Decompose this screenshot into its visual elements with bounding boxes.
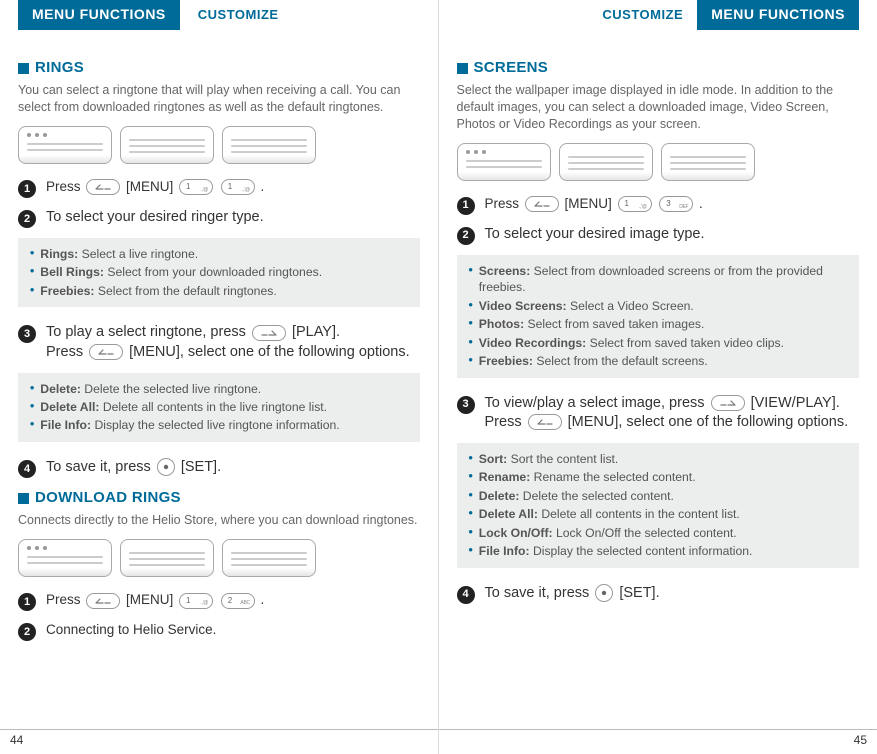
key-1-icon: 1.,'@ bbox=[179, 179, 213, 195]
menu-functions-tab: MENU FUNCTIONS bbox=[697, 0, 859, 30]
key-2-icon: 2ABC bbox=[221, 593, 255, 609]
softkey-right-icon bbox=[711, 395, 745, 411]
header-right: CUSTOMIZE MENU FUNCTIONS bbox=[457, 0, 860, 30]
header-left: MENU FUNCTIONS CUSTOMIZE bbox=[18, 0, 420, 30]
step-1: 1 Press [MENU] 1.,'@ 2ABC . bbox=[18, 591, 420, 611]
step-text: Connecting to Helio Service. bbox=[46, 621, 216, 639]
step-text: To view/play a select image, press [VIEW… bbox=[485, 394, 849, 433]
softkey-left-icon bbox=[528, 414, 562, 430]
step-badge: 2 bbox=[18, 210, 36, 228]
step-badge: 4 bbox=[18, 460, 36, 478]
page-number: 44 bbox=[10, 732, 23, 748]
step-badge: 2 bbox=[457, 227, 475, 245]
download-intro: Connects directly to the Helio Store, wh… bbox=[18, 512, 420, 529]
step-3: 3 To view/play a select image, press [VI… bbox=[457, 394, 860, 433]
key-1-icon: 1.,'@ bbox=[221, 179, 255, 195]
key-1-icon: 1.,'@ bbox=[618, 196, 652, 212]
square-bullet-icon bbox=[18, 493, 29, 504]
step-text: Press [MENU] 1.,'@ 3DEF . bbox=[485, 195, 703, 213]
screen-thumbnail bbox=[457, 143, 551, 181]
screens-options: •Screens: Select from downloaded screens… bbox=[457, 255, 860, 378]
section-download-head: DOWNLOAD RINGS bbox=[18, 488, 420, 508]
step-text: Press [MENU] 1.,'@ 1.,'@ . bbox=[46, 178, 264, 196]
screen-thumbnail bbox=[120, 539, 214, 577]
download-thumbnails bbox=[18, 539, 420, 577]
step-2: 2 Connecting to Helio Service. bbox=[18, 621, 420, 641]
section-title: RINGS bbox=[35, 58, 84, 78]
footer-rule bbox=[0, 729, 438, 730]
step-badge: 1 bbox=[18, 180, 36, 198]
rings-thumbnails bbox=[18, 126, 420, 164]
step-badge: 1 bbox=[18, 593, 36, 611]
softkey-left-icon bbox=[86, 593, 120, 609]
step-text: To save it, press [SET]. bbox=[485, 584, 660, 604]
step-text: To save it, press [SET]. bbox=[46, 458, 221, 478]
step-4: 4 To save it, press [SET]. bbox=[457, 584, 860, 604]
softkey-right-icon bbox=[252, 325, 286, 341]
step-text: To play a select ringtone, press [PLAY].… bbox=[46, 323, 410, 362]
step-text: To select your desired image type. bbox=[485, 225, 705, 245]
customize-crumb: CUSTOMIZE bbox=[180, 0, 293, 24]
step-badge: 2 bbox=[18, 623, 36, 641]
step-text: Press [MENU] 1.,'@ 2ABC . bbox=[46, 591, 264, 609]
step-badge: 1 bbox=[457, 197, 475, 215]
softkey-left-icon bbox=[525, 196, 559, 212]
ok-key-icon bbox=[157, 458, 175, 476]
step-1: 1 Press [MENU] 1.,'@ 1.,'@ . bbox=[18, 178, 420, 198]
section-rings-head: RINGS bbox=[18, 58, 420, 78]
step-2: 2 To select your desired image type. bbox=[457, 225, 860, 245]
screen-thumbnail bbox=[222, 126, 316, 164]
step-badge: 4 bbox=[457, 586, 475, 604]
ok-key-icon bbox=[595, 584, 613, 602]
footer-rule bbox=[439, 729, 877, 730]
step-badge: 3 bbox=[18, 325, 36, 343]
square-bullet-icon bbox=[18, 63, 29, 74]
screens-thumbnails bbox=[457, 143, 860, 181]
step-badge: 3 bbox=[457, 396, 475, 414]
step-1: 1 Press [MENU] 1.,'@ 3DEF . bbox=[457, 195, 860, 215]
section-title: SCREENS bbox=[474, 58, 549, 78]
key-1-icon: 1.,'@ bbox=[179, 593, 213, 609]
step-text: To select your desired ringer type. bbox=[46, 208, 264, 228]
menu-functions-tab: MENU FUNCTIONS bbox=[18, 0, 180, 30]
rings-intro: You can select a ringtone that will play… bbox=[18, 82, 420, 116]
rings-options: •Rings: Select a live ringtone. •Bell Ri… bbox=[18, 238, 420, 307]
screen-thumbnail bbox=[18, 126, 112, 164]
screen-thumbnail bbox=[120, 126, 214, 164]
page-right: CUSTOMIZE MENU FUNCTIONS SCREENS Select … bbox=[439, 0, 877, 754]
screen-thumbnail bbox=[222, 539, 316, 577]
screens-intro: Select the wallpaper image displayed in … bbox=[457, 82, 860, 133]
screens-menu-options: •Sort: Sort the content list. •Rename: R… bbox=[457, 443, 860, 568]
section-screens-head: SCREENS bbox=[457, 58, 860, 78]
page-left: MENU FUNCTIONS CUSTOMIZE RINGS You can s… bbox=[0, 0, 439, 754]
page-number: 45 bbox=[854, 732, 867, 748]
customize-crumb: CUSTOMIZE bbox=[584, 0, 697, 24]
screen-thumbnail bbox=[18, 539, 112, 577]
softkey-left-icon bbox=[86, 179, 120, 195]
step-2: 2 To select your desired ringer type. bbox=[18, 208, 420, 228]
rings-menu-options: •Delete: Delete the selected live ringto… bbox=[18, 373, 420, 442]
step-4: 4 To save it, press [SET]. bbox=[18, 458, 420, 478]
step-3: 3 To play a select ringtone, press [PLAY… bbox=[18, 323, 420, 362]
key-3-icon: 3DEF bbox=[659, 196, 693, 212]
section-title: DOWNLOAD RINGS bbox=[35, 488, 181, 508]
square-bullet-icon bbox=[457, 63, 468, 74]
softkey-left-icon bbox=[89, 344, 123, 360]
screen-thumbnail bbox=[559, 143, 653, 181]
screen-thumbnail bbox=[661, 143, 755, 181]
